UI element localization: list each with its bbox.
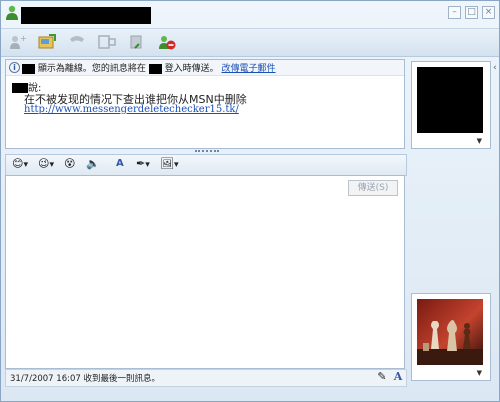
block-icon[interactable]: [127, 33, 147, 51]
background-icon[interactable]: 🖼▾: [160, 157, 179, 171]
offline-notice-end: 登入時傳送。: [164, 64, 219, 74]
emoticon-icon[interactable]: 😊▾: [12, 157, 28, 171]
contact-name-redacted: [22, 63, 35, 74]
wink-icon[interactable]: 😉▾: [38, 157, 54, 171]
invite-contact-icon[interactable]: +: [7, 33, 27, 51]
voice-call-icon[interactable]: [67, 33, 87, 51]
video-icon[interactable]: [97, 33, 117, 51]
chess-picture: [417, 299, 483, 365]
offline-notice: 顯示為離線。您的訊息將在: [37, 64, 146, 74]
send-button[interactable]: 傳送(S): [348, 180, 398, 196]
text-mode-icon[interactable]: A: [392, 371, 404, 383]
messenger-buddy-icon: [6, 5, 18, 20]
main-toolbar: +: [1, 28, 499, 57]
minimize-button[interactable]: –: [448, 6, 461, 19]
status-bar: 31/7/2007 16:07 收到最後一則訊息。 ✎ A: [5, 369, 407, 387]
last-message-status: 31/7/2007 16:07 收到最後一則訊息。: [10, 374, 160, 384]
my-display-picture[interactable]: ▼: [411, 293, 491, 381]
chevron-down-icon[interactable]: ▼: [477, 369, 482, 377]
message-input[interactable]: 傳送(S): [5, 175, 405, 369]
offline-info-bar: i 顯示為離線。您的訊息將在 登入時傳送。 改傳電子郵件: [6, 60, 404, 76]
collapse-sidebar-icon[interactable]: ‹: [493, 63, 497, 73]
font-icon[interactable]: A: [116, 157, 124, 171]
pen-icon[interactable]: ✒▾: [136, 157, 150, 171]
svg-text:+: +: [20, 34, 27, 43]
chess-pieces-icon: [417, 320, 483, 365]
contact-display-picture[interactable]: ▼: [411, 61, 491, 149]
conversation-history[interactable]: i 顯示為離線。您的訊息將在 登入時傳送。 改傳電子郵件 說: 在不被发现的情况…: [5, 59, 405, 149]
maximize-button[interactable]: □: [465, 6, 478, 19]
contact-picture-redacted: [417, 67, 483, 133]
close-button[interactable]: ×: [482, 6, 495, 19]
contact-name-redacted: [148, 63, 162, 74]
message-link[interactable]: http://www.messengerdeletechecker15.tk/: [24, 104, 239, 115]
info-icon: i: [9, 62, 20, 73]
handwriting-icon[interactable]: ✎: [376, 371, 388, 383]
send-file-icon[interactable]: [37, 33, 57, 51]
compose-toolbar: 😊▾ 😉▾ 😵 🔈 A ✒▾ 🖼▾: [5, 154, 407, 176]
window-title-redacted: [21, 7, 151, 24]
title-bar[interactable]: – □ ×: [1, 1, 499, 27]
conversation-window: – □ × + i 顯示為離線。您的訊息將在 登入時傳送。 改傳電子郵件 說: …: [0, 0, 500, 402]
send-email-link[interactable]: 改傳電子郵件: [222, 64, 276, 74]
nudge-icon[interactable]: 😵: [64, 157, 75, 171]
remove-contact-icon[interactable]: [157, 33, 177, 51]
chevron-down-icon[interactable]: ▼: [477, 137, 482, 145]
voice-clip-icon[interactable]: 🔈: [86, 157, 100, 171]
